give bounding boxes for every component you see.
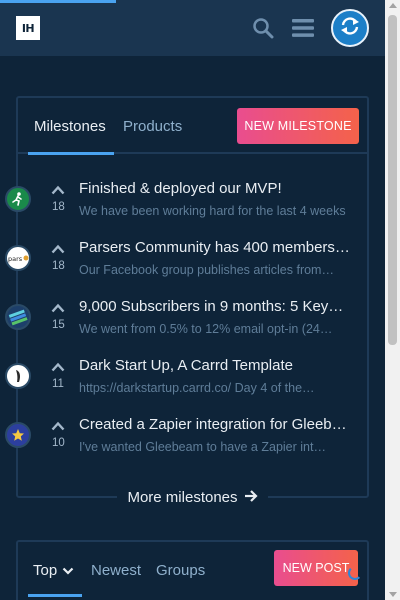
milestone-title[interactable]: 9,000 Subscribers in 9 months: 5 Key…: [79, 298, 351, 315]
active-tab-indicator: [28, 152, 114, 155]
stripes-logo-icon[interactable]: [5, 304, 31, 330]
more-milestones-link[interactable]: More milestones: [18, 488, 367, 507]
milestone-description: We went from 0.5% to 12% email opt-in (2…: [79, 322, 333, 336]
list-item[interactable]: 11 Dark Start Up, A Carrd Template https…: [5, 345, 367, 404]
arrow-right-icon: [244, 488, 258, 507]
tab-top[interactable]: Top: [33, 562, 74, 579]
tab-top-label: Top: [33, 562, 58, 579]
new-post-button[interactable]: NEW POST: [274, 550, 358, 586]
vote-count: 18: [52, 201, 65, 213]
milestone-title[interactable]: Created a Zapier integration for Gleeb…: [79, 416, 351, 433]
chevron-down-icon: [62, 562, 74, 579]
upvote-arrow-icon[interactable]: [51, 239, 65, 254]
vote-count: 10: [52, 437, 65, 449]
upvote-arrow-icon[interactable]: [51, 416, 65, 431]
vote-count: 15: [52, 319, 65, 331]
vote-count: 11: [52, 378, 64, 390]
page-loading-bar: [0, 0, 116, 3]
page-scrollbar[interactable]: [385, 0, 400, 600]
running-person-icon[interactable]: [5, 186, 31, 212]
menu-icon[interactable]: [292, 18, 314, 38]
parsers-logo-icon[interactable]: pars: [5, 245, 31, 271]
tab-products[interactable]: Products: [123, 118, 182, 135]
posts-panel: Top Newest Groups NEW POST: [16, 540, 369, 600]
feather-icon[interactable]: [5, 363, 31, 389]
tab-milestones[interactable]: Milestones: [34, 118, 106, 135]
milestone-title[interactable]: Finished & deployed our MVP!: [79, 180, 351, 197]
upvote-arrow-icon[interactable]: [51, 298, 65, 313]
tab-groups[interactable]: Groups: [156, 562, 205, 579]
list-item[interactable]: pars 18 Parsers Community has 400 member…: [5, 227, 367, 286]
indie-hackers-logo[interactable]: IH: [16, 16, 40, 40]
milestone-description: We have been working hard for the last 4…: [79, 204, 346, 218]
milestone-title[interactable]: Dark Start Up, A Carrd Template: [79, 357, 351, 374]
star-badge-icon[interactable]: [5, 422, 31, 448]
user-avatar-button[interactable]: [331, 9, 369, 47]
milestone-description: I've wanted Gleebeam to have a Zapier in…: [79, 440, 326, 454]
list-item[interactable]: 10 Created a Zapier integration for Glee…: [5, 404, 367, 463]
scroll-up-arrow-icon[interactable]: [389, 3, 397, 8]
top-navigation-bar: IH: [0, 0, 385, 56]
scroll-down-arrow-icon[interactable]: [389, 592, 397, 597]
vote-count: 18: [52, 260, 65, 272]
milestone-description: https://darkstartup.carrd.co/ Day 4 of t…: [79, 381, 315, 395]
more-milestones-text[interactable]: More milestones: [127, 489, 237, 506]
scrollbar-thumb[interactable]: [388, 15, 397, 345]
milestone-title[interactable]: Parsers Community has 400 members…: [79, 239, 351, 256]
list-item[interactable]: 18 Finished & deployed our MVP! We have …: [5, 168, 367, 227]
search-icon[interactable]: [252, 17, 274, 39]
upvote-arrow-icon[interactable]: [51, 357, 65, 372]
upvote-arrow-icon[interactable]: [51, 180, 65, 195]
milestones-tab-bar: Milestones Products NEW MILESTONE: [18, 98, 367, 155]
more-milestones-label-wrap: More milestones: [117, 488, 268, 507]
svg-text:pars: pars: [8, 255, 23, 263]
refresh-icon: [338, 14, 362, 42]
milestones-panel: Milestones Products NEW MILESTONE 18 Fin…: [5, 96, 369, 507]
active-tab-indicator: [28, 594, 82, 597]
loading-spinner-icon: [348, 566, 362, 580]
milestone-description: Our Facebook group publishes articles fr…: [79, 263, 334, 277]
new-milestone-button[interactable]: NEW MILESTONE: [237, 108, 359, 144]
list-item[interactable]: 15 9,000 Subscribers in 9 months: 5 Key……: [5, 286, 367, 345]
tab-newest[interactable]: Newest: [91, 562, 141, 579]
